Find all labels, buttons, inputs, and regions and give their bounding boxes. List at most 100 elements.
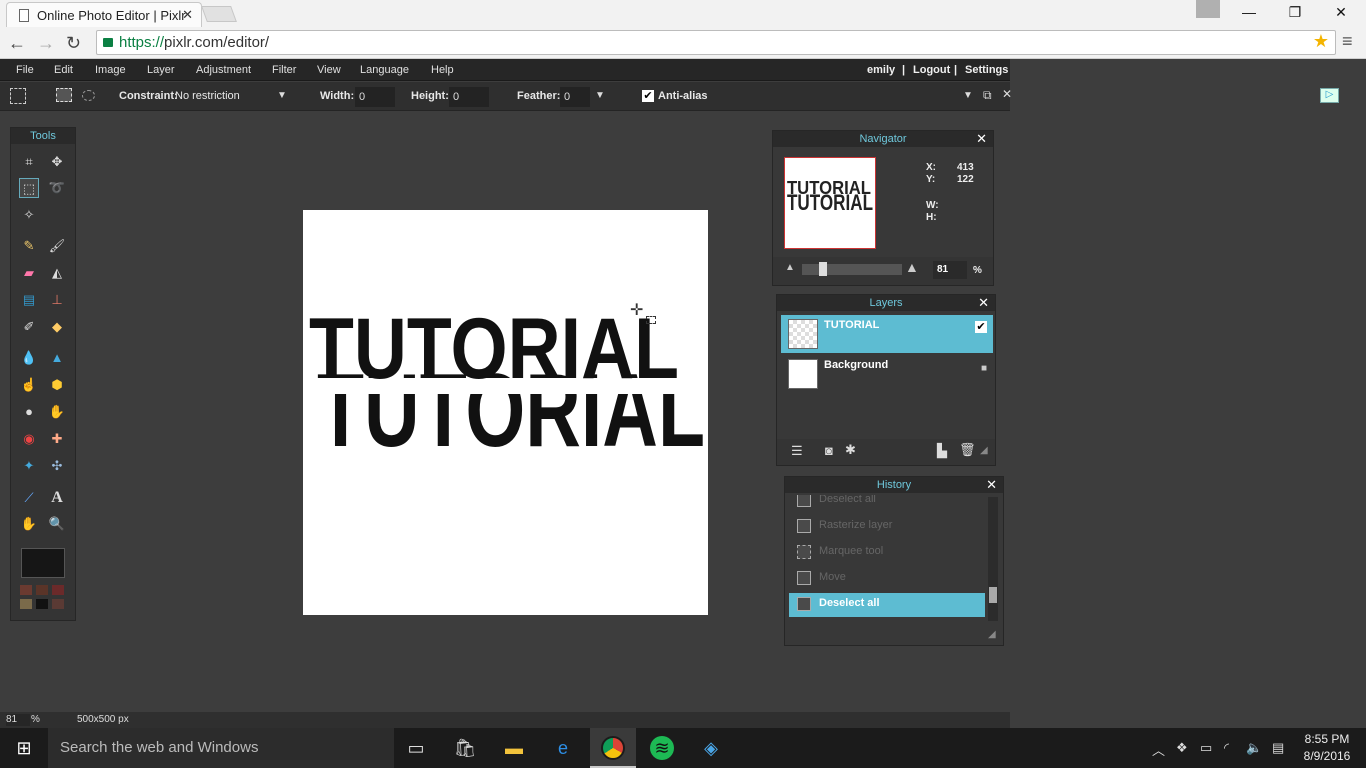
close-icon[interactable]: ✕ [978, 296, 989, 310]
palette-swatch[interactable] [52, 599, 64, 609]
color-picker-icon[interactable]: ⟋ [19, 488, 39, 508]
new-layer-icon[interactable]: ▙ [937, 443, 947, 459]
rect-marquee-icon[interactable] [56, 88, 72, 102]
zoom-out-icon[interactable]: ▲ [785, 262, 795, 273]
forward-icon[interactable]: → [37, 33, 55, 54]
marquee-icon[interactable]: ⬚ [19, 178, 39, 198]
adchoices-icon[interactable]: ▷ [1320, 88, 1339, 103]
minimize-button[interactable]: — [1226, 0, 1272, 24]
history-item[interactable]: Marquee tool [789, 541, 985, 565]
crop-icon[interactable]: ⌗ [19, 152, 39, 172]
layer-settings-icon[interactable]: ☰ [791, 443, 803, 459]
chrome-taskbar-item[interactable] [590, 728, 636, 768]
bloat-icon[interactable]: ✦ [19, 456, 39, 476]
options-dropdown-icon[interactable]: ▼ [963, 90, 973, 101]
dodge-icon[interactable]: ● [19, 402, 39, 422]
battery-icon[interactable]: ▭ [1200, 740, 1212, 756]
constraint-select[interactable]: No restriction [175, 90, 240, 102]
resize-grip-icon[interactable]: ◢ [980, 445, 988, 456]
file-explorer-icon[interactable]: ▬ [502, 736, 526, 760]
close-icon[interactable]: ✕ [976, 132, 987, 146]
color-replace-icon[interactable]: ✐ [19, 317, 39, 337]
width-input[interactable]: 0 [355, 87, 395, 107]
dropdown-arrow-icon[interactable]: ▼ [277, 90, 287, 101]
task-view-icon[interactable]: ▭ [404, 736, 428, 760]
wifi-icon[interactable]: ◜ [1224, 740, 1229, 756]
close-tab-icon[interactable]: ✕ [182, 7, 193, 23]
menu-filter[interactable]: Filter [272, 64, 296, 76]
logout-link[interactable]: Logout [913, 64, 950, 76]
dropbox-icon[interactable]: ❖ [1176, 740, 1188, 756]
palette-swatch[interactable] [52, 585, 64, 595]
bookmark-star-icon[interactable]: ★ [1313, 31, 1329, 52]
layer-row-background[interactable]: Background ■ [781, 355, 993, 393]
zoom-in-icon[interactable]: ▲ [905, 259, 919, 275]
navigator-thumbnail[interactable]: TUTORIAL TUTORIAL [784, 157, 876, 249]
browser-tab[interactable]: Online Photo Editor | Pixlr ✕ [6, 2, 202, 27]
sharpen-icon[interactable]: ▲ [47, 348, 67, 368]
palette-swatch[interactable] [36, 599, 48, 609]
history-item[interactable]: Deselect all [789, 495, 985, 513]
feather-dropdown-icon[interactable]: ▼ [595, 90, 605, 101]
chrome-menu-icon[interactable]: ≡ [1342, 31, 1353, 52]
menu-layer[interactable]: Layer [147, 64, 175, 76]
volume-icon[interactable]: 🔈 [1246, 740, 1262, 756]
tray-chevron-icon[interactable]: ︿ [1152, 740, 1165, 759]
history-item[interactable]: Move [789, 567, 985, 591]
feather-input[interactable]: 0 [560, 87, 590, 107]
zoom-status[interactable]: 81 [6, 714, 30, 726]
zoom-slider[interactable] [802, 264, 902, 275]
taskbar-search-input[interactable]: Search the web and Windows [48, 728, 394, 768]
layer-visibility-checkbox[interactable]: ✔ [975, 321, 987, 333]
windows-start-icon[interactable]: ⊞ [12, 736, 36, 760]
history-scrollbar[interactable] [988, 497, 998, 621]
menu-adjustment[interactable]: Adjustment [196, 64, 251, 76]
brush-icon[interactable]: 🖌 [47, 236, 67, 256]
layer-row-tutorial[interactable]: TUTORIAL ✔ [781, 315, 993, 353]
clone-stamp-icon[interactable]: ⊥ [47, 290, 67, 310]
palette-swatch[interactable] [20, 599, 32, 609]
smudge-icon[interactable]: ☝ [19, 375, 39, 395]
ellipse-marquee-icon[interactable] [82, 90, 95, 101]
antialias-checkbox[interactable]: ✔ [642, 90, 654, 102]
history-item[interactable]: Rasterize layer [789, 515, 985, 539]
palette-swatch[interactable] [20, 585, 32, 595]
lasso-icon[interactable]: ➰ [47, 178, 67, 198]
burn-icon[interactable]: ✋ [47, 402, 67, 422]
image-canvas[interactable]: TUTORIAL TUTORIAL ✛ [303, 210, 708, 615]
red-eye-icon[interactable]: ◉ [19, 429, 39, 449]
close-options-icon[interactable]: ✕ [1002, 87, 1012, 101]
layer-mask-icon[interactable]: ◙ [825, 443, 833, 458]
app-icon[interactable]: ◈ [699, 736, 723, 760]
resize-grip-icon[interactable]: ◢ [988, 629, 996, 640]
move-icon[interactable]: ✥ [47, 152, 67, 172]
menu-help[interactable]: Help [431, 64, 454, 76]
url-input[interactable]: https://pixlr.com/editor/ ★ [96, 30, 1336, 55]
new-tab-button[interactable] [201, 6, 237, 22]
pencil-icon[interactable]: ✎ [19, 236, 39, 256]
type-icon[interactable]: A [47, 488, 67, 508]
detach-icon[interactable]: ⧉ [983, 88, 992, 103]
blur-icon[interactable]: 💧 [19, 348, 39, 368]
palette-swatch[interactable] [36, 585, 48, 595]
spotify-icon[interactable]: ≋ [650, 736, 674, 760]
close-icon[interactable]: ✕ [986, 478, 997, 492]
drawing-icon[interactable]: ◆ [47, 317, 67, 337]
reload-icon[interactable]: ↻ [66, 33, 81, 54]
store-icon[interactable]: 🛍 [453, 736, 477, 760]
sponge-icon[interactable]: ⬢ [47, 375, 67, 395]
zoom-slider-handle[interactable] [819, 262, 827, 276]
menu-language[interactable]: Language [360, 64, 409, 76]
menu-view[interactable]: View [317, 64, 341, 76]
pinch-icon[interactable]: ✣ [47, 456, 67, 476]
eraser-icon[interactable]: ▰ [19, 263, 39, 283]
back-icon[interactable]: ← [8, 33, 26, 54]
notifications-icon[interactable]: ▤ [1272, 740, 1284, 756]
foreground-color-swatch[interactable] [21, 548, 65, 578]
zoom-input[interactable]: 81 [933, 261, 967, 279]
clock-time[interactable]: 8:55 PM [1302, 732, 1352, 746]
clock-date[interactable]: 8/9/2016 [1302, 749, 1352, 763]
menu-image[interactable]: Image [95, 64, 126, 76]
gradient-icon[interactable]: ▤ [19, 290, 39, 310]
profile-icon[interactable] [1196, 0, 1220, 18]
